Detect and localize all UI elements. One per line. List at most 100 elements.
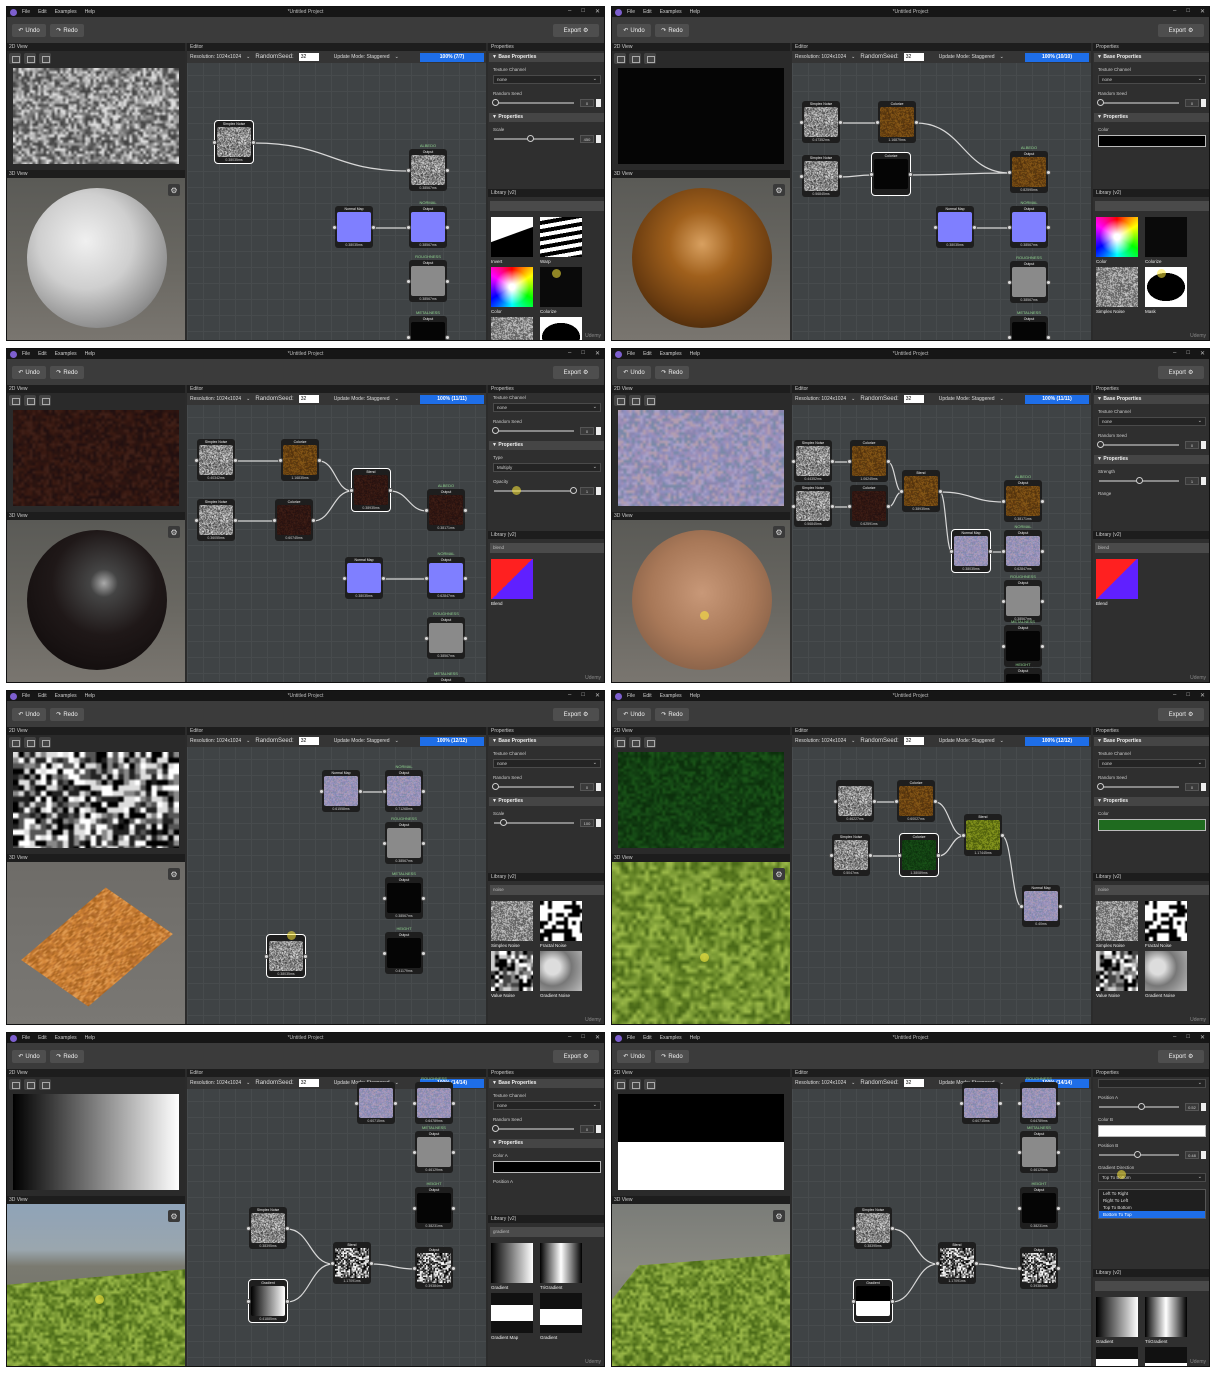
input-pin[interactable] — [833, 799, 838, 804]
output-pin[interactable] — [1056, 1266, 1061, 1271]
output-pin[interactable] — [914, 120, 919, 125]
menu-edit[interactable]: Edit — [38, 693, 47, 699]
input-pin[interactable] — [847, 504, 852, 509]
properties-section-header[interactable]: ▼ Base Properties — [1094, 737, 1209, 746]
input-pin[interactable] — [406, 335, 411, 340]
redo-button[interactable]: ↷ Redo — [655, 366, 689, 379]
menu-examples[interactable]: Examples — [55, 9, 77, 15]
minimize-button[interactable]: – — [568, 692, 571, 699]
node-editor[interactable]: Editor Resolution: 1024x1024 ⌄ RandomSeed: 3… — [187, 43, 486, 340]
graph-node[interactable]: Colorize 1.06245ms — [847, 440, 891, 482]
redo-button[interactable]: ↷ Redo — [50, 1050, 84, 1063]
library-item[interactable]: TriGradient — [1145, 1297, 1189, 1344]
maximize-button[interactable]: □ — [581, 8, 585, 15]
input-pin[interactable] — [354, 1101, 359, 1106]
properties-section-header[interactable]: ▼ Base Properties — [489, 1079, 604, 1088]
menu-examples[interactable]: Examples — [660, 693, 682, 699]
output-pin[interactable] — [445, 279, 450, 284]
graph-node[interactable]: Output 0.41179ms — [382, 932, 426, 974]
stepper-icon[interactable] — [1201, 441, 1206, 449]
graph-node[interactable]: Output 0.38171ms — [424, 489, 468, 531]
property-dropdown[interactable]: none — [1098, 75, 1206, 84]
library-item[interactable] — [540, 317, 584, 340]
input-pin[interactable] — [382, 789, 387, 794]
output-pin[interactable] — [388, 488, 393, 493]
output-pin[interactable] — [358, 789, 363, 794]
output-pin[interactable] — [974, 1261, 979, 1266]
output-pin[interactable] — [421, 841, 426, 846]
input-pin[interactable] — [791, 504, 796, 509]
graph-node[interactable]: Simplex Noise 0.56845ms — [799, 155, 843, 197]
save-icon[interactable] — [614, 53, 626, 64]
graph-node[interactable]: Gradient 0.41885ms — [246, 1279, 290, 1323]
input-pin[interactable] — [332, 225, 337, 230]
graph-node[interactable]: Output 0.38567ms — [406, 260, 450, 302]
graph-node[interactable]: 0.64789ms — [1017, 1082, 1061, 1124]
output-pin[interactable] — [890, 1226, 895, 1231]
menu-edit[interactable]: Edit — [643, 351, 652, 357]
input-pin[interactable] — [1007, 280, 1012, 285]
property-value-input[interactable]: 0 — [580, 783, 594, 791]
graph-node[interactable]: Output 0.38231ms — [412, 1187, 456, 1229]
fit-icon[interactable] — [39, 737, 51, 748]
node-editor[interactable]: Editor Resolution: 1024x1024 ⌄ RandomSeed: 3… — [792, 43, 1091, 340]
output-pin[interactable] — [1000, 833, 1005, 838]
property-dropdown[interactable]: none — [1098, 759, 1206, 768]
menu-file[interactable]: File — [22, 9, 30, 15]
graph-node[interactable]: Output 0.38567ms — [382, 822, 426, 864]
node-editor[interactable]: Editor Resolution: 1024x1024 ⌄ RandomSeed: 3… — [791, 385, 1091, 682]
library-item[interactable]: Color — [491, 267, 535, 314]
input-pin[interactable] — [406, 225, 411, 230]
input-pin[interactable] — [382, 841, 387, 846]
input-pin[interactable] — [1017, 1150, 1022, 1155]
view3d-panel[interactable]: ⚙ — [612, 862, 790, 1024]
input-pin[interactable] — [894, 799, 899, 804]
output-pin[interactable] — [451, 1101, 456, 1106]
output-pin[interactable] — [908, 172, 913, 177]
input-pin[interactable] — [194, 518, 199, 523]
menu-help[interactable]: Help — [85, 9, 95, 15]
node-editor[interactable]: Editor Resolution: 1024x1024 ⌄ RandomSeed: 3… — [792, 1069, 1091, 1366]
redo-button[interactable]: ↷ Redo — [50, 24, 84, 37]
input-pin[interactable] — [933, 225, 938, 230]
input-pin[interactable] — [212, 140, 217, 145]
stepper-icon[interactable] — [596, 783, 601, 791]
graph-node[interactable]: Output 0.38567ms — [1007, 206, 1051, 248]
input-pin[interactable] — [799, 120, 804, 125]
menu-help[interactable]: Help — [690, 1035, 700, 1041]
graph-node[interactable]: Output 0.71268ms — [382, 770, 426, 812]
input-pin[interactable] — [272, 518, 277, 523]
close-button[interactable]: ✕ — [595, 350, 600, 357]
graph-node[interactable]: Colorize 1.38089ms — [897, 833, 941, 877]
properties-section-header[interactable]: ▼ Properties — [1094, 113, 1209, 122]
input-pin[interactable] — [278, 458, 283, 463]
graph-node[interactable]: Output 0.38567ms — [406, 206, 450, 248]
color-swatch[interactable] — [1098, 819, 1206, 831]
menu-edit[interactable]: Edit — [643, 693, 652, 699]
output-pin[interactable] — [445, 335, 450, 340]
property-value-input[interactable]: 450 — [580, 135, 594, 143]
undo-button[interactable]: ↶ Undo — [617, 1050, 651, 1063]
stepper-icon[interactable] — [596, 819, 601, 827]
menu-examples[interactable]: Examples — [55, 693, 77, 699]
properties-section-header[interactable]: ▼ Properties — [489, 113, 604, 122]
export-button[interactable]: Export ⚙ — [553, 1050, 599, 1063]
property-value-input[interactable]: 0 — [580, 1125, 594, 1133]
property-slider-knob[interactable] — [1136, 477, 1143, 484]
output-pin[interactable] — [830, 504, 835, 509]
save-icon[interactable] — [614, 1079, 626, 1090]
node-editor[interactable]: Editor Resolution: 1024x1024 ⌄ RandomSeed: 3… — [187, 385, 486, 682]
menu-file[interactable]: File — [22, 1035, 30, 1041]
export-button[interactable]: Export ⚙ — [1158, 24, 1204, 37]
library-item[interactable]: Colorize — [1145, 217, 1189, 264]
save-icon[interactable] — [614, 395, 626, 406]
menu-edit[interactable]: Edit — [643, 1035, 652, 1041]
input-pin[interactable] — [194, 458, 199, 463]
output-pin[interactable] — [285, 1299, 290, 1304]
input-pin[interactable] — [342, 576, 347, 581]
close-button[interactable]: ✕ — [595, 1034, 600, 1041]
graph-node[interactable]: Output 0.38567ms — [424, 617, 468, 659]
settings-gear-icon[interactable]: ⚙ — [773, 1210, 785, 1222]
undo-button[interactable]: ↶ Undo — [12, 1050, 46, 1063]
graph-node[interactable]: Output — [1004, 668, 1042, 682]
